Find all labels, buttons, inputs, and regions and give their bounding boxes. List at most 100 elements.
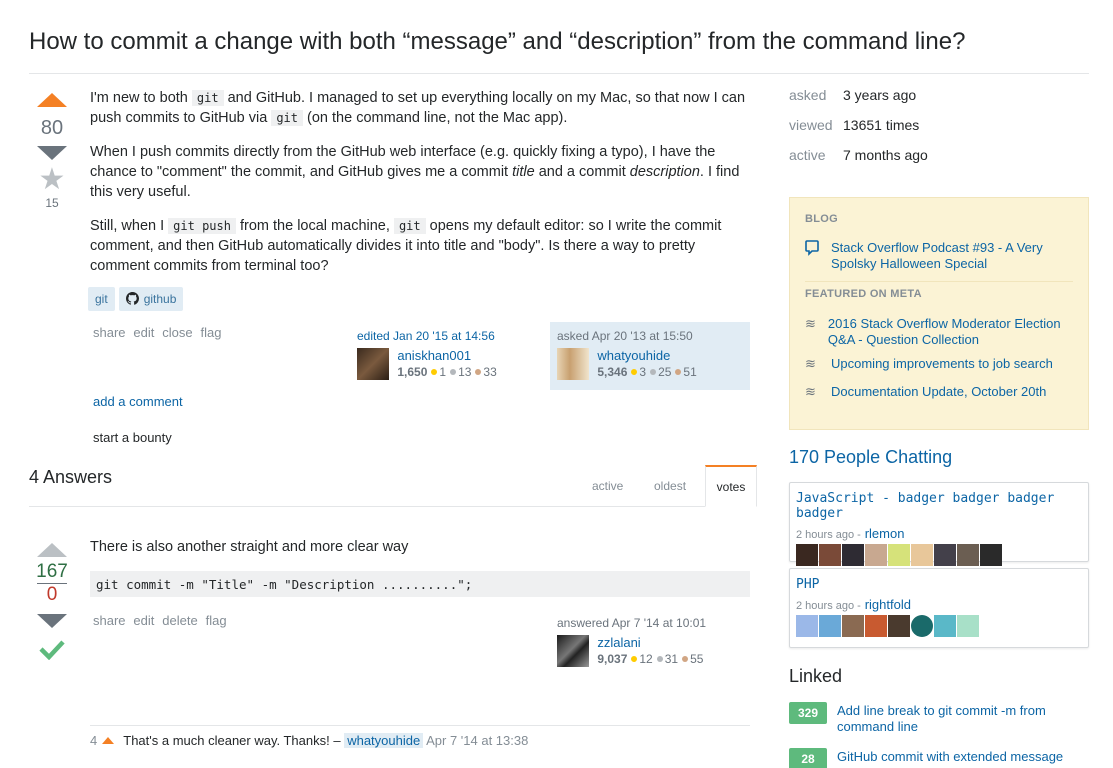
answer-vote-cell: 167 0 xyxy=(30,543,74,663)
comment-upvote-icon[interactable] xyxy=(101,737,114,744)
start-bounty-link[interactable]: start a bounty xyxy=(93,430,172,445)
avatar[interactable] xyxy=(557,348,589,380)
user-name[interactable]: aniskhan001 xyxy=(397,348,496,363)
comment-divider xyxy=(90,725,750,726)
room-name[interactable]: JavaScript - badger badger badger badger xyxy=(796,491,1082,521)
flag-link[interactable]: flag xyxy=(201,325,222,340)
delete-link[interactable]: delete xyxy=(162,613,197,628)
chat-heading[interactable]: 170 People Chatting xyxy=(789,447,952,468)
linked-link[interactable]: Add line break to git commit -m from com… xyxy=(837,703,1089,735)
avatar[interactable] xyxy=(842,544,864,566)
stat-label: viewed xyxy=(789,117,833,133)
question-paragraph: When I push commits directly from the Gi… xyxy=(90,144,740,200)
tag-list: git github xyxy=(88,287,187,311)
chat-room[interactable]: JavaScript - badger badger badger badger… xyxy=(789,482,1089,566)
edited-signature: edited Jan 20 '15 at 14:56 aniskhan001 1… xyxy=(352,322,542,390)
tab-active[interactable]: active xyxy=(592,479,623,493)
gold-badge-count: 1 xyxy=(439,365,447,379)
close-link[interactable]: close xyxy=(162,325,192,340)
user-name[interactable]: whatyouhide xyxy=(597,348,696,363)
room-name[interactable]: PHP xyxy=(796,577,1082,592)
avatar[interactable] xyxy=(796,544,818,566)
avatar[interactable] xyxy=(911,544,933,566)
comment-user[interactable]: whatyouhide xyxy=(344,733,424,748)
answer-text: There is also another straight and more … xyxy=(90,539,409,555)
reputation: 1,650 xyxy=(397,365,428,379)
user-name[interactable]: zzlalani xyxy=(597,635,703,650)
bronze-badge-icon xyxy=(675,369,682,376)
add-comment-link[interactable]: add a comment xyxy=(93,394,183,409)
tag-git[interactable]: git xyxy=(88,287,115,311)
gold-badge-count: 3 xyxy=(639,365,647,379)
avatar[interactable] xyxy=(819,544,841,566)
room-time: 2 hours ago - xyxy=(796,600,861,612)
share-link[interactable]: share xyxy=(93,613,126,628)
avatar[interactable] xyxy=(842,615,864,637)
avatar[interactable] xyxy=(557,635,589,667)
silver-badge-icon xyxy=(656,656,663,663)
avatar[interactable] xyxy=(934,615,956,637)
question-vote-cell: 80 ★ 15 xyxy=(30,93,74,210)
room-time: 2 hours ago - xyxy=(796,529,861,541)
avatar[interactable] xyxy=(819,615,841,637)
tab-oldest[interactable]: oldest xyxy=(654,479,686,493)
room-last-user[interactable]: rlemon xyxy=(865,526,905,541)
room-avatars xyxy=(796,544,1082,566)
linked-link[interactable]: GitHub commit with extended message xyxy=(837,749,1063,768)
avatar[interactable] xyxy=(934,544,956,566)
avatar[interactable] xyxy=(957,544,979,566)
answers-count: 4 Answers xyxy=(29,467,113,487)
tag-github[interactable]: github xyxy=(118,287,184,311)
avatar[interactable] xyxy=(865,615,887,637)
page-title[interactable]: How to commit a change with both “messag… xyxy=(29,28,965,56)
avatar[interactable] xyxy=(911,615,933,637)
linked-score: 28 xyxy=(789,748,827,768)
edit-history-link[interactable]: edited Jan 20 '15 at 14:56 xyxy=(357,329,537,343)
answer-downvotes: 0 xyxy=(46,584,58,605)
avatar[interactable] xyxy=(888,615,910,637)
share-link[interactable]: share xyxy=(93,325,126,340)
silver-badge-count: 13 xyxy=(458,365,472,379)
upvote-arrow-icon[interactable] xyxy=(37,93,67,107)
meta-item[interactable]: Documentation Update, October 20th xyxy=(831,384,1046,400)
flag-link[interactable]: flag xyxy=(206,613,227,628)
reputation: 9,037 xyxy=(597,652,628,666)
inline-code: git xyxy=(191,90,224,106)
gold-badge-icon xyxy=(631,656,638,663)
tab-votes[interactable]: votes xyxy=(705,465,757,507)
edit-link[interactable]: edit xyxy=(133,325,154,340)
stack-exchange-icon: ≋ xyxy=(805,356,816,371)
stat-value[interactable]: 7 months ago xyxy=(843,147,928,163)
answer-code-block: git commit -m "Title" -m "Description ..… xyxy=(90,571,750,597)
question-paragraph: Still, when I git push from the local ma… xyxy=(90,218,722,274)
avatar[interactable] xyxy=(980,544,1002,566)
blog-item[interactable]: Stack Overflow Podcast #93 - A Very Spol… xyxy=(831,240,1073,272)
downvote-arrow-icon[interactable] xyxy=(37,146,67,160)
edit-link[interactable]: edit xyxy=(133,613,154,628)
meta-item[interactable]: 2016 Stack Overflow Moderator Election Q… xyxy=(828,316,1073,348)
avatar[interactable] xyxy=(357,348,389,380)
downvote-arrow-icon[interactable] xyxy=(37,614,67,628)
silver-badge-count: 31 xyxy=(664,652,679,666)
chat-room[interactable]: PHP 2 hours ago - rightfold xyxy=(789,568,1089,648)
stat-value: 3 years ago xyxy=(843,87,917,103)
avatar[interactable] xyxy=(865,544,887,566)
reputation: 5,346 xyxy=(597,365,628,379)
meta-item[interactable]: Upcoming improvements to job search xyxy=(831,356,1053,372)
avatar[interactable] xyxy=(796,615,818,637)
bronze-badge-count: 51 xyxy=(683,365,697,379)
inline-code: git xyxy=(393,218,426,234)
avatar[interactable] xyxy=(957,615,979,637)
silver-badge-icon xyxy=(450,369,457,376)
upvote-arrow-icon[interactable] xyxy=(37,543,67,557)
gold-badge-icon xyxy=(431,369,438,376)
favorite-star-icon[interactable]: ★ xyxy=(30,165,74,195)
code-text: git commit -m "Title" -m "Description ..… xyxy=(96,577,473,592)
comment-score: 4 xyxy=(90,733,98,748)
avatar[interactable] xyxy=(888,544,910,566)
room-last-user[interactable]: rightfold xyxy=(865,597,911,612)
inline-code: git xyxy=(271,110,304,126)
question-body: I'm new to both git and GitHub. I manage… xyxy=(90,88,755,290)
answer-upvotes: 167 xyxy=(36,561,68,582)
linked-score: 329 xyxy=(789,702,827,724)
